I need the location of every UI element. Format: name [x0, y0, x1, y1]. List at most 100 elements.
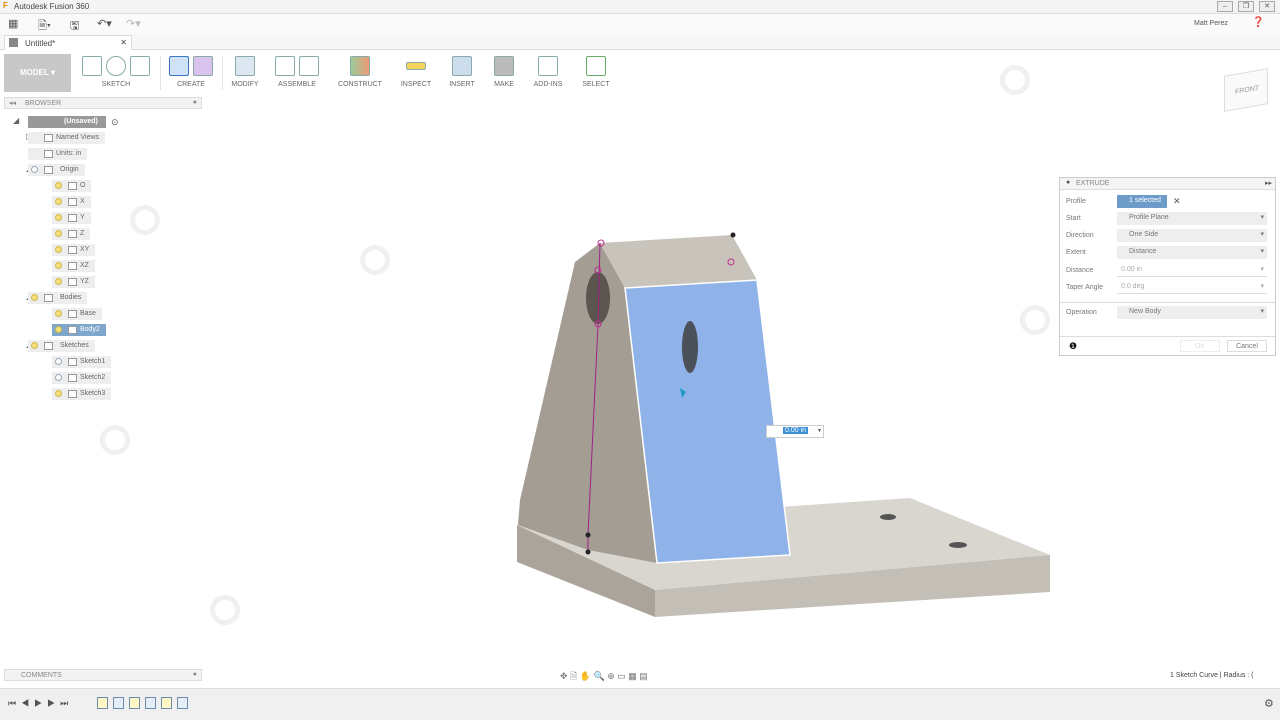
operation-select[interactable]: New Body ▾	[1117, 306, 1267, 319]
expand-dialog-icon[interactable]: ▸▸	[1265, 179, 1272, 187]
comments-panel[interactable]: COMMENTS ●	[4, 669, 202, 681]
visibility-bulb-icon[interactable]	[55, 390, 62, 397]
divider	[1060, 302, 1275, 303]
operation-label: Operation	[1066, 309, 1097, 316]
browser-item[interactable]: Origin	[28, 164, 85, 176]
browser-title: BROWSER	[25, 100, 62, 107]
front-hole	[682, 321, 698, 373]
direction-value: One Side	[1129, 231, 1159, 238]
collapse-icon[interactable]: ◂◂	[9, 99, 16, 107]
timeline-feature-icon[interactable]	[129, 697, 140, 709]
visibility-bulb-icon[interactable]	[55, 326, 62, 333]
item-type-icon	[68, 214, 77, 222]
browser-item[interactable]: Units: in	[28, 148, 88, 160]
navigation-bar[interactable]: ✥ 🗎 ✋ 🔍 ⊕ ▭ ▦ ▤	[560, 669, 730, 683]
distance-input-value: 0.00 in	[783, 427, 809, 434]
dropdown-icon[interactable]: ▾	[818, 427, 821, 434]
browser-item[interactable]: Sketches	[28, 340, 95, 352]
visibility-bulb-icon[interactable]	[55, 262, 62, 269]
timeline-feature-icon[interactable]	[177, 697, 188, 709]
timeline: ⏮◀▶▶⏭ ⚙	[0, 688, 1280, 720]
browser-item-label: Named Views	[56, 134, 100, 141]
extent-value: Distance	[1129, 248, 1157, 255]
browser-item[interactable]: X	[52, 196, 91, 208]
browser-item[interactable]: YZ	[52, 276, 95, 288]
taper-angle-field[interactable]: 0.0 deg ▾	[1117, 281, 1267, 294]
browser-item[interactable]: Base	[52, 308, 102, 320]
distance-label: Distance	[1066, 267, 1094, 274]
browser-item-label: XY	[80, 246, 90, 253]
timeline-feature-icon[interactable]	[113, 697, 124, 709]
browser-item-label: YZ	[80, 278, 89, 285]
sketch-point	[585, 532, 591, 538]
timeline-features[interactable]	[97, 697, 193, 711]
ok-button[interactable]: OK	[1180, 340, 1220, 352]
visibility-bulb-icon[interactable]	[55, 182, 62, 189]
timeline-feature-icon[interactable]	[97, 697, 108, 709]
browser-item-label: Sketches	[60, 342, 89, 349]
timeline-feature-icon[interactable]	[145, 697, 156, 709]
visibility-bulb-icon[interactable]	[55, 358, 62, 365]
distance-field[interactable]: 0.00 in ▾	[1117, 264, 1267, 277]
dialog-collapse-icon[interactable]: ●	[1066, 179, 1070, 186]
visibility-bulb-icon[interactable]	[55, 214, 62, 221]
extent-label: Extent	[1066, 249, 1086, 256]
clear-selection-icon[interactable]: ✕	[1173, 196, 1181, 207]
settings-gear-icon[interactable]: ⚙	[1264, 697, 1274, 710]
item-type-icon	[68, 262, 77, 270]
visibility-bulb-icon[interactable]	[55, 246, 62, 253]
operation-value: New Body	[1129, 308, 1161, 315]
start-select[interactable]: Profile Plane ▾	[1117, 212, 1267, 225]
divider	[1060, 336, 1275, 337]
item-type-icon	[68, 198, 77, 206]
pin-icon[interactable]: ●	[193, 99, 197, 106]
visibility-bulb-icon[interactable]	[31, 166, 38, 173]
browser-header[interactable]: ◂◂ BROWSER ●	[4, 97, 202, 109]
timeline-playback-controls[interactable]: ⏮◀▶▶⏭	[8, 698, 73, 709]
browser-item[interactable]: O	[52, 180, 92, 192]
extent-select[interactable]: Distance ▾	[1117, 246, 1267, 259]
dropdown-icon: ▾	[1260, 231, 1264, 238]
browser-item[interactable]: Sketch3	[52, 388, 112, 400]
dropdown-icon: ▾	[1260, 266, 1264, 273]
visibility-bulb-icon[interactable]	[31, 342, 38, 349]
browser-item[interactable]: Sketch1	[52, 356, 112, 368]
item-type-icon	[68, 310, 77, 318]
item-type-icon	[68, 278, 77, 286]
expand-icon[interactable]: ◢	[13, 116, 19, 125]
visibility-bulb-icon[interactable]	[55, 310, 62, 317]
item-type-icon	[68, 182, 77, 190]
timeline-feature-icon[interactable]	[161, 697, 172, 709]
direction-select[interactable]: One Side ▾	[1117, 229, 1267, 242]
info-icon[interactable]: ❶	[1069, 341, 1077, 352]
browser-item[interactable]: XY	[52, 244, 96, 256]
visibility-bulb-icon[interactable]	[31, 294, 38, 301]
browser-item-label: Sketch2	[80, 374, 106, 381]
browser-item-label: Sketch3	[80, 390, 106, 397]
dropdown-icon: ▾	[1260, 248, 1264, 255]
visibility-bulb-icon[interactable]	[55, 198, 62, 205]
browser-item[interactable]: Bodies	[28, 292, 88, 304]
visibility-bulb-icon[interactable]	[55, 278, 62, 285]
cancel-button[interactable]: Cancel	[1227, 340, 1267, 352]
profile-selection[interactable]: 1 selected	[1117, 195, 1167, 208]
tree-root[interactable]: (Unsaved)	[28, 116, 106, 128]
browser-item[interactable]: Named Views	[28, 132, 106, 144]
distance-input[interactable]: 0.00 in ▾	[766, 425, 824, 438]
browser-tree: ◢ (Unsaved) ⊙ ▷Named ViewsUnits: in◢Orig…	[0, 113, 210, 403]
visibility-bulb-icon[interactable]	[55, 374, 62, 381]
browser-item-label: Body2	[80, 326, 100, 333]
visibility-bulb-icon[interactable]	[55, 230, 62, 237]
pin-icon[interactable]: ●	[193, 671, 197, 678]
activate-icon[interactable]: ⊙	[111, 117, 119, 128]
browser-item[interactable]: Body2	[52, 324, 106, 336]
base-hole	[949, 542, 967, 548]
item-type-icon	[44, 294, 53, 302]
browser-item[interactable]: Z	[52, 228, 91, 240]
item-type-icon	[44, 342, 53, 350]
item-type-icon	[68, 246, 77, 254]
browser-item[interactable]: Sketch2	[52, 372, 112, 384]
taper-angle-label: Taper Angle	[1066, 284, 1103, 291]
browser-item[interactable]: Y	[52, 212, 91, 224]
browser-item[interactable]: XZ	[52, 260, 95, 272]
